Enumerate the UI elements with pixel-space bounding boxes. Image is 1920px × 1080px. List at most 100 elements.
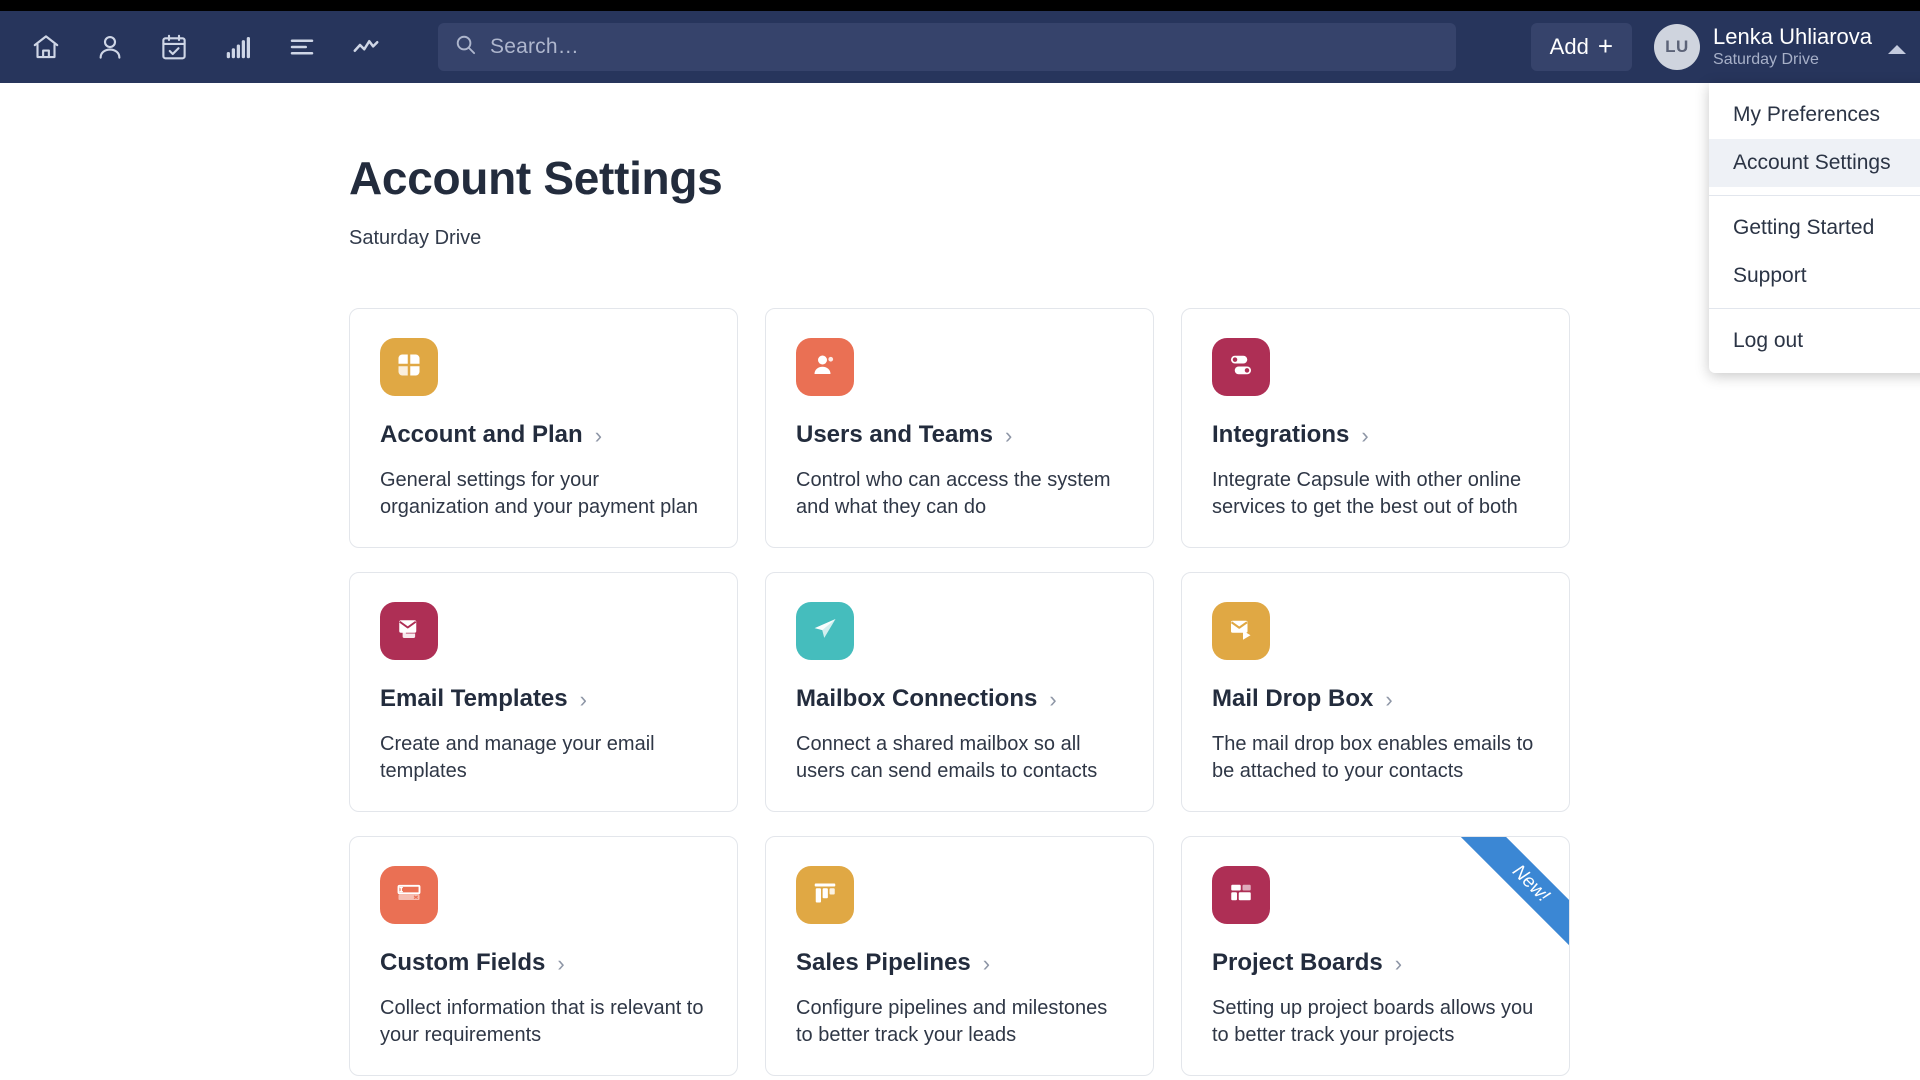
calendar-check-icon: [159, 32, 189, 62]
nav-opportunities[interactable]: [206, 15, 270, 79]
nav-projects[interactable]: [270, 15, 334, 79]
plus-icon: +: [1598, 33, 1613, 59]
page-content: Account Settings Saturday Drive Account …: [0, 83, 1920, 1080]
settings-card-mail-drop-box[interactable]: Mail Drop Box › The mail drop box enable…: [1181, 572, 1570, 812]
chevron-right-icon: ›: [595, 425, 602, 447]
settings-card-mailbox-connections[interactable]: Mailbox Connections › Connect a shared m…: [765, 572, 1154, 812]
card-title-text: Account and Plan: [380, 421, 583, 449]
nav-tasks[interactable]: [142, 15, 206, 79]
users-group-icon: [810, 350, 840, 385]
card-title: Mailbox Connections ›: [796, 685, 1123, 713]
kanban-columns-icon: [810, 878, 840, 913]
card-icon-wrap: [380, 338, 438, 396]
card-icon-wrap: [1212, 602, 1270, 660]
settings-card-sales-pipelines[interactable]: Sales Pipelines › Configure pipelines an…: [765, 836, 1154, 1076]
trend-line-icon: [351, 32, 381, 62]
user-org: Saturday Drive: [1713, 51, 1872, 69]
search-icon: [454, 33, 477, 61]
card-description: The mail drop box enables emails to be a…: [1212, 731, 1539, 785]
chevron-right-icon: ›: [1385, 689, 1392, 711]
page-title: Account Settings: [349, 151, 1920, 205]
menu-item-my-preferences[interactable]: My Preferences: [1709, 91, 1920, 139]
app-header: Search… Add + LU Lenka Uhliarova Saturda…: [0, 11, 1920, 83]
header-actions: Add + LU Lenka Uhliarova Saturday Drive: [1531, 23, 1920, 71]
chevron-right-icon: ›: [1005, 425, 1012, 447]
settings-card-account-and-plan[interactable]: Account and Plan › General settings for …: [349, 308, 738, 548]
envelope-forward-icon: [1226, 614, 1256, 649]
search-placeholder: Search…: [490, 35, 579, 59]
user-identity: Lenka Uhliarova Saturday Drive: [1713, 24, 1872, 70]
text-field-icon: [394, 878, 424, 913]
settings-card-custom-fields[interactable]: Custom Fields › Collect information that…: [349, 836, 738, 1076]
chevron-right-icon: ›: [557, 953, 564, 975]
card-icon-wrap: [796, 338, 854, 396]
chevron-right-icon: ›: [580, 689, 587, 711]
card-icon-wrap: [380, 866, 438, 924]
nav-home[interactable]: [14, 15, 78, 79]
card-icon-wrap: [1212, 338, 1270, 396]
card-description: General settings for your organization a…: [380, 467, 707, 521]
settings-card-email-templates[interactable]: Email Templates › Create and manage your…: [349, 572, 738, 812]
user-menu-trigger[interactable]: LU Lenka Uhliarova Saturday Drive: [1654, 24, 1906, 70]
new-badge-label: New!: [1457, 837, 1569, 953]
card-title: Users and Teams ›: [796, 421, 1123, 449]
chevron-right-icon: ›: [1361, 425, 1368, 447]
page-header: Account Settings Saturday Drive: [0, 83, 1920, 250]
chevron-right-icon: ›: [983, 953, 990, 975]
card-description: Collect information that is relevant to …: [380, 995, 707, 1049]
card-title: Project Boards ›: [1212, 949, 1539, 977]
person-icon: [95, 32, 125, 62]
card-description: Create and manage your email templates: [380, 731, 707, 785]
settings-card-users-and-teams[interactable]: Users and Teams › Control who can access…: [765, 308, 1154, 548]
settings-card-grid: Account and Plan › General settings for …: [349, 308, 1570, 1076]
screen-top-bezel: [0, 0, 1920, 11]
envelope-copy-icon: [394, 614, 424, 649]
nav-people[interactable]: [78, 15, 142, 79]
add-button-label: Add: [1550, 34, 1589, 60]
card-description: Configure pipelines and milestones to be…: [796, 995, 1123, 1049]
nav-reports[interactable]: [334, 15, 398, 79]
card-title: Integrations ›: [1212, 421, 1539, 449]
card-description: Integrate Capsule with other online serv…: [1212, 467, 1539, 521]
search-input[interactable]: Search…: [438, 23, 1456, 71]
card-description: Connect a shared mailbox so all users ca…: [796, 731, 1123, 785]
card-title-text: Project Boards: [1212, 949, 1383, 977]
paper-plane-icon: [810, 614, 840, 649]
chevron-right-icon: ›: [1395, 953, 1402, 975]
page-subtitle: Saturday Drive: [349, 227, 1920, 250]
card-description: Setting up project boards allows you to …: [1212, 995, 1539, 1049]
settings-card-integrations[interactable]: Integrations › Integrate Capsule with ot…: [1181, 308, 1570, 548]
grid-petals-icon: [394, 350, 424, 385]
card-icon-wrap: [1212, 866, 1270, 924]
chevron-right-icon: ›: [1049, 689, 1056, 711]
card-title: Sales Pipelines ›: [796, 949, 1123, 977]
menu-item-getting-started[interactable]: Getting Started: [1709, 204, 1920, 252]
card-title: Account and Plan ›: [380, 421, 707, 449]
card-description: Control who can access the system and wh…: [796, 467, 1123, 521]
menu-divider-2: [1709, 308, 1920, 309]
card-title-text: Custom Fields: [380, 949, 545, 977]
card-icon-wrap: [380, 602, 438, 660]
card-title-text: Sales Pipelines: [796, 949, 971, 977]
avatar: LU: [1654, 24, 1700, 70]
card-title-text: Mail Drop Box: [1212, 685, 1373, 713]
chevron-up-icon: [1888, 45, 1906, 54]
card-icon-wrap: [796, 602, 854, 660]
user-name: Lenka Uhliarova: [1713, 24, 1872, 49]
card-title-text: Mailbox Connections: [796, 685, 1037, 713]
settings-card-project-boards[interactable]: New! Project Boards › Setting up project…: [1181, 836, 1570, 1076]
user-dropdown-menu: My Preferences Account Settings Getting …: [1709, 83, 1920, 373]
card-title-text: Users and Teams: [796, 421, 993, 449]
menu-item-account-settings[interactable]: Account Settings: [1709, 139, 1920, 187]
add-button[interactable]: Add +: [1531, 23, 1632, 71]
board-blocks-icon: [1226, 878, 1256, 913]
home-icon: [31, 32, 61, 62]
list-lines-icon: [287, 32, 317, 62]
menu-item-log-out[interactable]: Log out: [1709, 317, 1920, 365]
bar-chart-icon: [223, 32, 253, 62]
menu-divider-1: [1709, 195, 1920, 196]
card-title: Email Templates ›: [380, 685, 707, 713]
card-title: Mail Drop Box ›: [1212, 685, 1539, 713]
menu-item-support[interactable]: Support: [1709, 252, 1920, 300]
card-title: Custom Fields ›: [380, 949, 707, 977]
